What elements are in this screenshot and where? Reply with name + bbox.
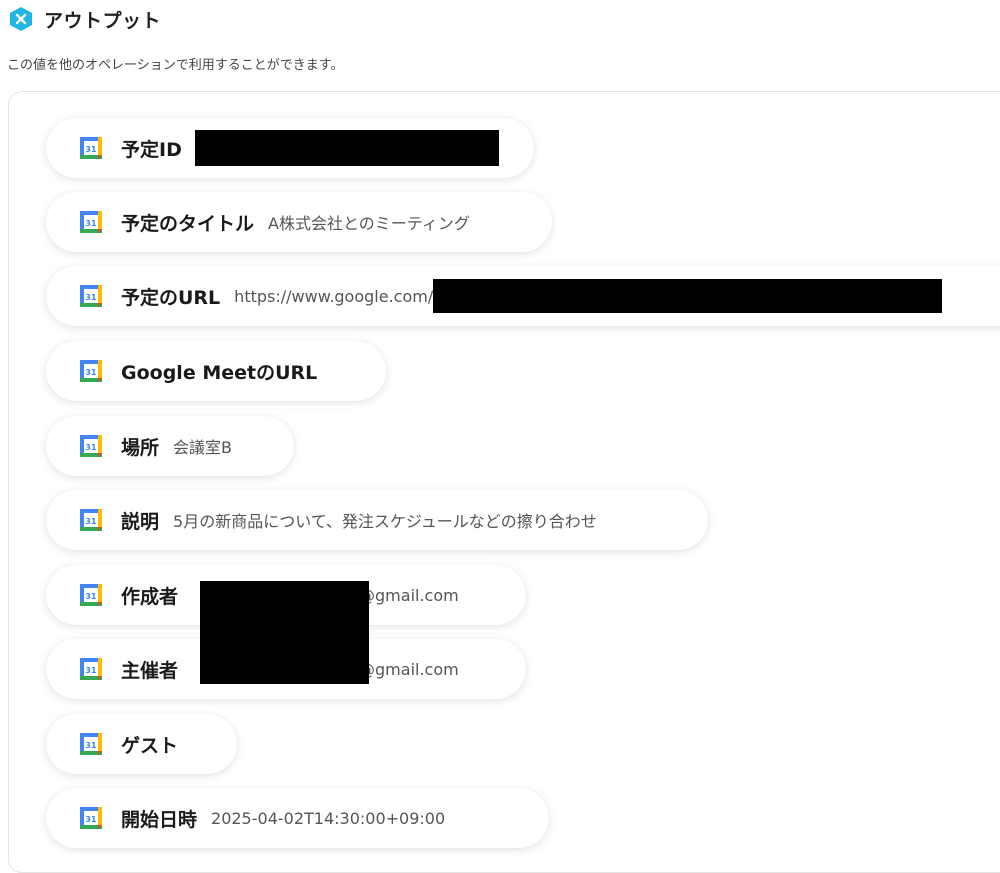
output-item-event-title[interactable]: 31 予定のタイトル A株式会社とのミーティング [46, 192, 552, 252]
output-value: @gmail.com [359, 659, 459, 679]
svg-text:31: 31 [85, 368, 97, 377]
google-calendar-icon: 31 [80, 807, 102, 829]
svg-text:31: 31 [85, 815, 97, 824]
output-value: https://www.google.com/ [234, 286, 434, 306]
output-label: Google MeetのURL [121, 361, 318, 384]
output-label: 説明 [121, 510, 160, 533]
svg-text:31: 31 [85, 219, 97, 228]
google-calendar-icon: 31 [80, 285, 102, 307]
svg-text:31: 31 [85, 741, 97, 750]
output-item-meet-url[interactable]: 31 Google MeetのURL [46, 341, 386, 401]
output-label: ゲスト [121, 734, 179, 757]
output-label: 作成者 [121, 585, 179, 608]
output-item-description[interactable]: 31 説明 5月の新商品について、発注スケジュールなどの擦り合わせ [46, 490, 708, 550]
section-title: アウトプット [44, 9, 162, 32]
google-calendar-icon: 31 [80, 137, 102, 159]
app-logo-icon [10, 7, 32, 31]
google-calendar-icon: 31 [80, 211, 102, 233]
svg-text:31: 31 [85, 145, 97, 154]
google-calendar-icon: 31 [80, 435, 102, 457]
svg-text:31: 31 [85, 666, 97, 675]
svg-text:31: 31 [85, 592, 97, 601]
output-item-location[interactable]: 31 場所 会議室B [46, 416, 294, 476]
output-item-event-url[interactable]: 31 予定のURL https://www.google.com/ [46, 266, 1000, 326]
svg-text:31: 31 [85, 517, 97, 526]
output-value: 会議室B [173, 438, 232, 457]
output-value: A株式会社とのミーティング [268, 214, 470, 233]
output-label: 予定ID [121, 138, 182, 161]
section-header: アウトプット [8, 6, 161, 32]
output-value: 5月の新商品について、発注スケジュールなどの擦り合わせ [173, 512, 597, 531]
redacted-value [194, 130, 499, 166]
output-value: @gmail.com [359, 585, 459, 605]
section-description: この値を他のオペレーションで利用することができます。 [7, 58, 344, 73]
google-calendar-icon: 31 [80, 584, 102, 606]
output-label: 予定のURL [121, 286, 221, 309]
output-value: 2025-04-02T14:30:00+09:00 [211, 808, 446, 828]
google-calendar-icon: 31 [80, 733, 102, 755]
output-item-event-id[interactable]: 31 予定ID [46, 118, 534, 178]
svg-text:31: 31 [85, 293, 97, 302]
google-calendar-icon: 31 [80, 509, 102, 531]
svg-text:31: 31 [85, 443, 97, 452]
redacted-email-block [200, 581, 369, 684]
google-calendar-icon: 31 [80, 360, 102, 382]
output-label: 予定のタイトル [121, 212, 255, 235]
google-calendar-icon: 31 [80, 658, 102, 680]
output-item-start-datetime[interactable]: 31 開始日時 2025-04-02T14:30:00+09:00 [46, 788, 549, 848]
output-item-guests[interactable]: 31 ゲスト [46, 714, 237, 774]
redacted-value [433, 279, 943, 313]
output-label: 場所 [121, 436, 160, 459]
output-label: 開始日時 [121, 808, 198, 831]
output-label: 主催者 [121, 659, 179, 682]
